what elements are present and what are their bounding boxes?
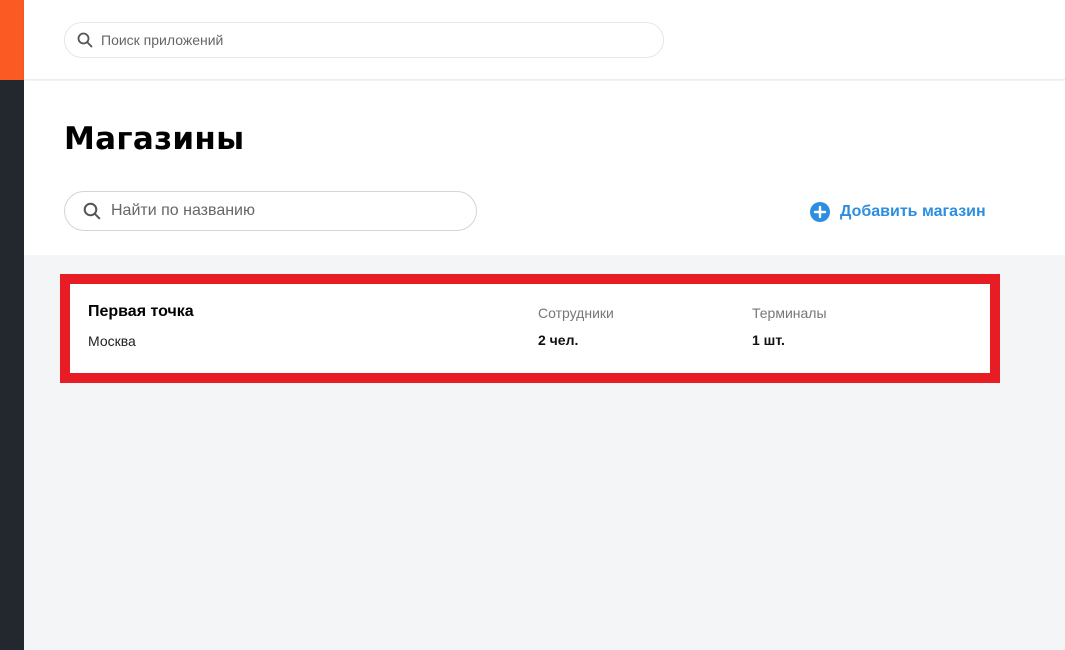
app-search-input[interactable] xyxy=(101,25,641,55)
app-root: Магазины Добавить магазин Пе xyxy=(0,0,1065,650)
employees-value: 2 чел. xyxy=(538,332,579,348)
add-store-label: Добавить магазин xyxy=(840,203,986,220)
top-bar xyxy=(24,0,1065,80)
add-store-button[interactable]: Добавить магазин xyxy=(810,201,986,223)
store-city: Москва xyxy=(88,333,136,349)
store-search-input[interactable] xyxy=(111,195,461,227)
page-header: Магазины Добавить магазин xyxy=(24,81,1065,255)
store-search-box[interactable] xyxy=(64,191,477,231)
search-icon xyxy=(77,32,93,48)
store-card[interactable]: Первая точка Москва Сотрудники 2 чел. Те… xyxy=(60,274,1000,383)
employees-label: Сотрудники xyxy=(538,305,614,321)
store-name: Первая точка xyxy=(88,303,194,320)
terminals-value: 1 шт. xyxy=(752,332,785,348)
search-icon xyxy=(83,202,101,220)
app-search-box[interactable] xyxy=(64,22,664,58)
terminals-label: Терминалы xyxy=(752,305,827,321)
store-list: Первая точка Москва Сотрудники 2 чел. Те… xyxy=(24,255,1065,650)
brand-logo[interactable] xyxy=(0,0,24,80)
page-title: Магазины xyxy=(64,121,245,157)
left-sidebar xyxy=(0,80,24,650)
plus-circle-icon xyxy=(810,202,830,222)
